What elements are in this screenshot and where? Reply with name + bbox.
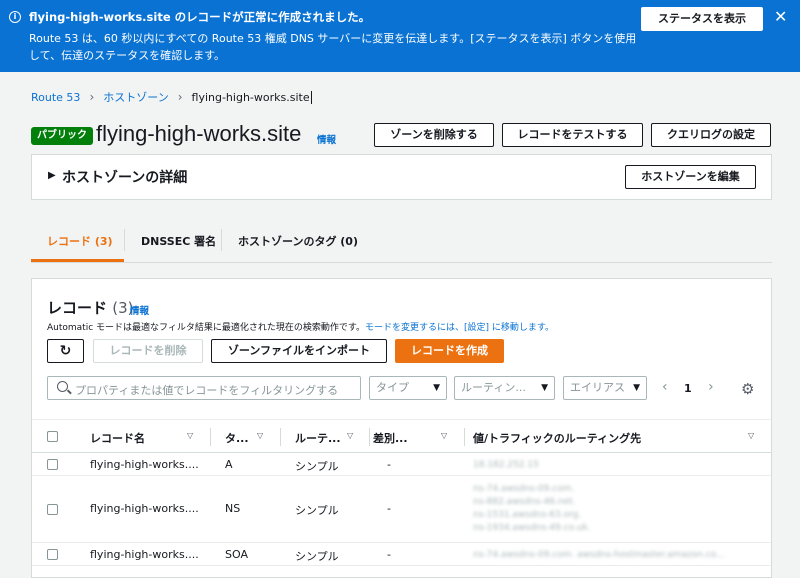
next-page-icon[interactable]: › <box>708 379 714 395</box>
refresh-button[interactable]: ↻ <box>47 339 84 363</box>
sort-icon[interactable]: ▽ <box>187 431 193 440</box>
breadcrumb-hosted-zones[interactable]: ホストゾーン <box>103 89 168 105</box>
public-badge: パブリック <box>31 127 93 145</box>
breadcrumb: Route 53 › ホストゾーン › flying-high-works.si… <box>31 89 312 105</box>
delete-zone-button[interactable]: ゾーンを削除する <box>374 123 494 147</box>
details-label[interactable]: ホストゾーンの詳細 <box>62 167 187 187</box>
view-status-button[interactable]: ステータスを表示 <box>641 7 763 31</box>
tab-divider <box>221 229 222 251</box>
alias-filter-select[interactable]: エイリアス ▼ <box>563 376 647 400</box>
sort-icon[interactable]: ▽ <box>441 431 447 440</box>
info-link[interactable]: 情報 <box>317 132 336 146</box>
query-log-button[interactable]: クエリログの設定 <box>651 123 771 147</box>
caret-down-icon: ▼ <box>433 383 440 393</box>
delete-record-button[interactable]: レコードを削除 <box>93 339 203 363</box>
tab-tags[interactable]: ホストゾーンのタグ (0) <box>238 233 358 249</box>
sort-icon[interactable]: ▽ <box>257 431 263 440</box>
col-routing[interactable]: ルーテ... <box>295 430 341 446</box>
info-icon: i <box>9 11 21 23</box>
page-number[interactable]: 1 <box>684 382 692 395</box>
routing-filter-select[interactable]: ルーティン... ▼ <box>454 376 555 400</box>
col-type[interactable]: タ... <box>225 430 249 446</box>
record-name: flying-high-works.... <box>90 458 199 471</box>
record-name: flying-high-works.... <box>90 548 199 561</box>
record-value: ns-74.awsdns-09.com. awsdns-hostmaster.a… <box>473 550 725 560</box>
routing-filter-label: ルーティン... <box>461 381 526 394</box>
chevron-right-icon: › <box>89 90 95 104</box>
sort-icon[interactable]: ▽ <box>347 431 353 440</box>
select-all-checkbox[interactable] <box>47 431 58 442</box>
caret-down-icon: ▼ <box>633 383 640 393</box>
breadcrumb-route53[interactable]: Route 53 <box>31 91 80 104</box>
edit-hosted-zone-button[interactable]: ホストゾーンを編集 <box>625 165 756 189</box>
tab-dnssec[interactable]: DNSSEC 署名 <box>141 233 216 249</box>
close-icon[interactable]: ✕ <box>774 8 787 26</box>
hosted-zone-details[interactable]: ▶ ホストゾーンの詳細 ホストゾーンを編集 <box>31 154 772 200</box>
row-checkbox[interactable] <box>47 459 58 470</box>
column-divider[interactable] <box>464 428 465 446</box>
type-filter-label: タイプ <box>376 381 409 394</box>
record-type: A <box>225 458 233 471</box>
create-record-button[interactable]: レコードを作成 <box>395 339 504 363</box>
tab-divider <box>124 229 125 251</box>
records-panel: レコード (3) 情報 Automatic モードは最適なフィルタ結果に最適化さ… <box>31 278 772 578</box>
row-checkbox[interactable] <box>47 549 58 560</box>
alias-filter-label: エイリアス <box>570 381 625 394</box>
breadcrumb-current: flying-high-works.site <box>191 90 312 104</box>
prev-page-icon[interactable]: ‹ <box>662 379 668 395</box>
banner-message: Route 53 は、60 秒以内にすべての Route 53 権威 DNS サ… <box>29 32 637 62</box>
records-desc-text: Automatic モードは最適なフィルタ結果に最適化された現在の検索動作です。 <box>47 323 365 333</box>
test-record-button[interactable]: レコードをテストする <box>502 123 643 147</box>
table-row[interactable]: flying-high-works.... SOA シンプル - ns-74.a… <box>32 544 771 566</box>
record-type: NS <box>225 502 241 515</box>
tab-records[interactable]: レコード (3) <box>47 233 113 249</box>
record-value: ns-74.awsdns-09.com. <box>473 484 575 494</box>
record-name: flying-high-works.... <box>90 502 199 515</box>
records-title: レコード (3) <box>47 297 134 318</box>
page-title: flying-high-works.site <box>96 121 302 146</box>
col-value[interactable]: 値/トラフィックのルーティング先 <box>473 430 641 446</box>
tabs: レコード (3) DNSSEC 署名 ホストゾーンのタグ (0) <box>31 221 772 263</box>
record-routing: シンプル <box>295 550 339 563</box>
record-differentiator: - <box>387 502 391 515</box>
record-value: ns-882.awsdns-46.net. <box>473 497 576 507</box>
type-filter-select[interactable]: タイプ ▼ <box>369 376 447 400</box>
import-zone-file-button[interactable]: ゾーンファイルをインポート <box>211 339 387 363</box>
record-differentiator: - <box>387 548 391 561</box>
records-description: Automatic モードは最適なフィルタ結果に最適化された現在の検索動作です。… <box>47 320 554 333</box>
col-differentiator[interactable]: 差別... <box>373 430 408 446</box>
banner-title: flying-high-works.site のレコードが正常に作成されました。 <box>29 10 371 24</box>
chevron-right-icon: › <box>177 90 183 104</box>
col-record-name[interactable]: レコード名 <box>90 430 145 446</box>
column-divider[interactable] <box>369 428 370 446</box>
change-mode-link[interactable]: モードを変更するには、[設定] に移動します。 <box>365 323 554 333</box>
table-row[interactable]: flying-high-works.... A シンプル - 18.182.25… <box>32 454 771 476</box>
row-checkbox[interactable] <box>47 504 58 515</box>
search-placeholder: プロパティまたは値でレコードをフィルタリングする <box>75 384 339 397</box>
refresh-icon: ↻ <box>59 343 72 359</box>
sort-icon[interactable]: ▽ <box>748 431 754 440</box>
record-type: SOA <box>225 548 248 561</box>
column-divider[interactable] <box>210 428 211 446</box>
records-title-text: レコード <box>47 299 108 317</box>
search-input[interactable]: プロパティまたは値でレコードをフィルタリングする <box>47 376 361 400</box>
caret-down-icon: ▼ <box>541 383 548 393</box>
table-row[interactable]: flying-high-works.... NS シンプル - ns-74.aw… <box>32 477 771 543</box>
search-icon <box>57 381 68 392</box>
tab-active-indicator <box>31 259 124 262</box>
record-value: ns-1934.awsdns-49.co.uk. <box>473 523 591 533</box>
record-value: ns-1531.awsdns-63.org. <box>473 510 582 520</box>
gear-icon[interactable]: ⚙ <box>741 380 754 398</box>
record-routing: シンプル <box>295 504 339 517</box>
record-differentiator: - <box>387 458 391 471</box>
caret-right-icon[interactable]: ▶ <box>48 170 56 181</box>
column-divider[interactable] <box>280 428 281 446</box>
record-value: 18.182.252.15 <box>473 460 539 470</box>
record-routing: シンプル <box>295 460 339 473</box>
records-info-link[interactable]: 情報 <box>130 303 149 317</box>
success-banner: i flying-high-works.site のレコードが正常に作成されまし… <box>0 0 800 72</box>
table-header: レコード名 ▽ タ... ▽ ルーテ... ▽ 差別... ▽ 値/トラフィック… <box>32 419 771 453</box>
